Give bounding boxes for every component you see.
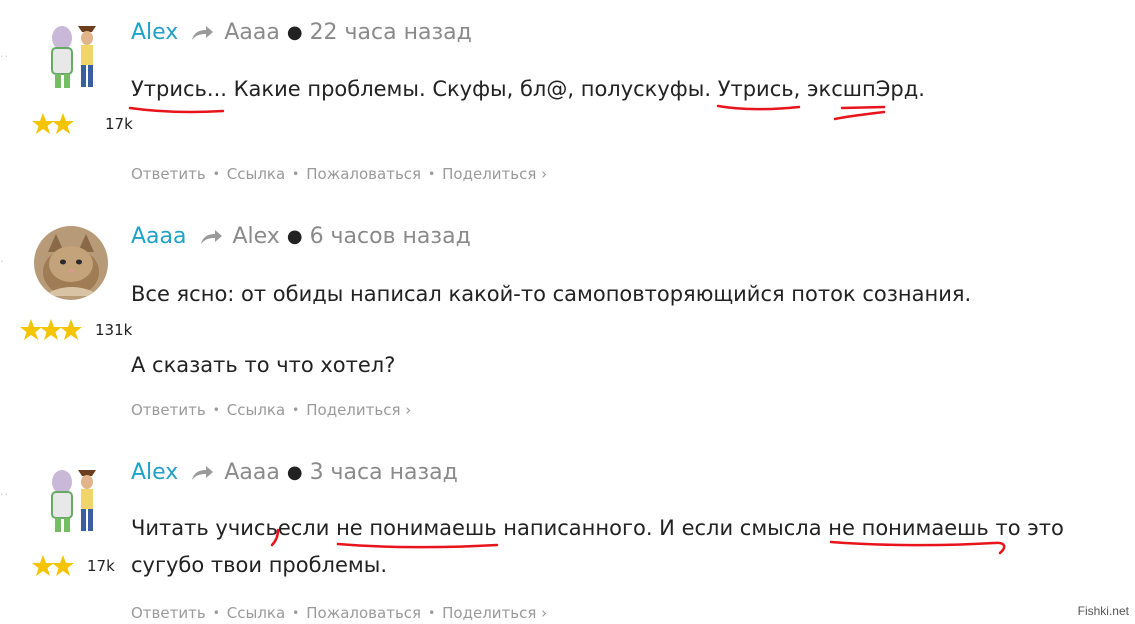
reply-link[interactable]: Ответить <box>131 401 206 419</box>
share-link[interactable]: Поделиться › <box>442 165 547 183</box>
action-separator: • <box>212 167 220 181</box>
red-underline-mark <box>716 104 801 111</box>
red-underline-mark <box>833 105 886 121</box>
comment-text: А сказать то что хотел? <box>131 353 396 377</box>
comment-time[interactable]: 6 часов назад <box>310 224 471 249</box>
text-segment: если <box>277 516 337 540</box>
bullet-separator: ● <box>286 462 303 483</box>
reply-target-link[interactable]: Аааа <box>224 460 280 485</box>
text-segment: пЭрд <box>861 77 919 101</box>
text-segment: . <box>918 77 925 101</box>
comment-actions: Ответить • Ссылка • Пожаловаться • Поделить… <box>131 165 547 183</box>
action-separator: • <box>428 167 436 181</box>
permalink-link[interactable]: Ссылка <box>227 604 285 622</box>
action-separator: • <box>292 403 300 417</box>
bullet-separator: ● <box>286 226 303 247</box>
text-segment: Утрись, <box>717 77 801 101</box>
share-link[interactable]: Поделиться › <box>306 401 411 419</box>
star-icon <box>60 319 82 340</box>
text-segment: Читать учись <box>131 516 278 540</box>
avatar[interactable] <box>34 226 108 300</box>
author-link[interactable]: Alex <box>131 460 178 485</box>
comment-text: сугубо твои проблемы. <box>131 553 387 577</box>
comment-header: Alex Аааа ● 22 часа назад <box>131 20 472 45</box>
action-separator: • <box>428 606 436 620</box>
action-separator: • <box>212 403 220 417</box>
thread-dots: · <box>0 255 5 268</box>
thread-dots: ·· <box>0 50 9 63</box>
red-underline-mark <box>336 542 499 549</box>
thread-dots: ·· <box>0 488 9 501</box>
rating-value: 131k <box>95 321 133 339</box>
text-segment: не понимаешь <box>828 516 989 540</box>
comment-time[interactable]: 3 часа назад <box>310 460 458 485</box>
rating-value: 17k <box>105 115 133 133</box>
text-segment: не понимаешь <box>336 516 497 540</box>
text-segment: Какие проблемы. Скуфы, бл@, полускуфы. <box>226 77 718 101</box>
author-link[interactable]: Alex <box>131 20 178 45</box>
report-link[interactable]: Пожаловаться <box>306 604 421 622</box>
watermark: Fishki.net <box>1077 604 1129 618</box>
reply-link[interactable]: Ответить <box>131 165 206 183</box>
reply-target-link[interactable]: Alex <box>233 224 280 249</box>
reply-arrow-icon <box>190 24 214 42</box>
star-icon <box>52 113 74 134</box>
action-separator: • <box>292 167 300 181</box>
comment-actions: Ответить • Ссылка • Пожаловаться • Поделить… <box>131 604 547 622</box>
bullet-separator: ● <box>286 22 303 43</box>
text-segment: то это <box>988 516 1064 540</box>
text-segment <box>800 77 807 101</box>
permalink-link[interactable]: Ссылка <box>227 165 285 183</box>
rating-value: 17k <box>87 557 115 575</box>
comment-time[interactable]: 22 часа назад <box>310 20 472 45</box>
rating-stars: 17k <box>31 554 115 578</box>
comment-text: Все ясно: от обиды написал какой-то само… <box>131 282 972 306</box>
rating-stars: 17k <box>31 112 133 136</box>
comment-text: Утрись... Какие проблемы. Скуфы, бл@, по… <box>131 71 925 107</box>
red-comma-mark <box>270 528 280 547</box>
red-underline-mark <box>829 540 1006 555</box>
text-segment: написанного. И если смысла <box>496 516 829 540</box>
comment-actions: Ответить • Ссылка • Поделиться › <box>131 401 411 419</box>
text-segment: эксш <box>806 77 862 101</box>
comment-header: Alex Аааа ● 3 часа назад <box>131 460 458 485</box>
red-underline-mark <box>128 106 225 114</box>
reply-target-link[interactable]: Аааа <box>224 20 280 45</box>
action-separator: • <box>292 606 300 620</box>
reply-link[interactable]: Ответить <box>131 604 206 622</box>
report-link[interactable]: Пожаловаться <box>306 165 421 183</box>
reply-arrow-icon <box>199 228 223 246</box>
text-segment: Утрись... <box>131 77 227 101</box>
avatar[interactable] <box>34 18 108 92</box>
reply-arrow-icon <box>190 464 214 482</box>
action-separator: • <box>212 606 220 620</box>
comment-header: Аааа Alex ● 6 часов назад <box>131 224 471 249</box>
avatar[interactable] <box>34 462 108 536</box>
star-icon <box>52 555 74 576</box>
share-link[interactable]: Поделиться › <box>442 604 547 622</box>
permalink-link[interactable]: Ссылка <box>227 401 285 419</box>
author-link[interactable]: Аааа <box>131 224 187 249</box>
rating-stars: 131k <box>19 318 132 342</box>
